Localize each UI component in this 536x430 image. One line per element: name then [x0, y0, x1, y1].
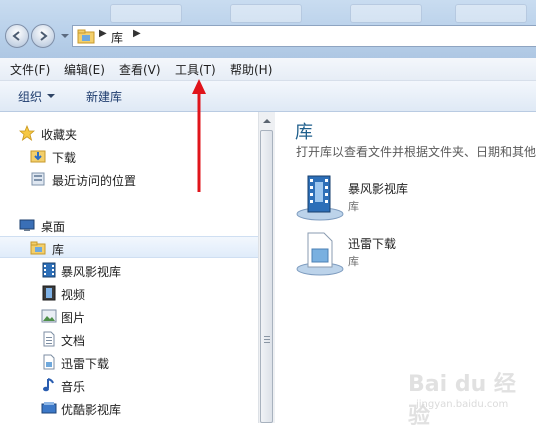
new-library-button[interactable]: 新建库 — [86, 88, 122, 105]
library-type: 库 — [348, 255, 359, 268]
nav-label: 收藏夹 — [41, 128, 78, 142]
watermark: Bai du 经验 jingyan.baidu.com — [408, 364, 533, 429]
background-tab — [455, 4, 527, 23]
document-icon — [43, 331, 55, 347]
menu-edit[interactable]: 编辑(E) — [64, 61, 105, 78]
page-title: 库 — [295, 122, 313, 143]
nav-label: 音乐 — [61, 380, 86, 394]
document-icon — [43, 354, 55, 370]
breadcrumb-separator-icon[interactable]: ▶ — [133, 28, 141, 39]
annotation-arrow-icon — [192, 79, 206, 192]
grip-icon — [264, 336, 270, 344]
video-library-icon — [41, 402, 57, 414]
desktop-icon — [19, 219, 35, 231]
nav-label: 暴风影视库 — [61, 265, 122, 279]
title-bar: ▶ 库 ▶ — [0, 0, 536, 58]
library-item-baofeng[interactable]: 暴风影视库 库 — [294, 172, 534, 226]
film-icon — [42, 285, 56, 301]
breadcrumb-libraries[interactable]: 库 — [111, 29, 123, 46]
nav-favorites[interactable]: 收藏夹 — [0, 122, 258, 144]
nav-label: 下载 — [52, 151, 77, 165]
arrow-right-icon — [40, 31, 48, 41]
command-bar: 组织 新建库 — [0, 81, 536, 112]
background-tab — [110, 4, 182, 23]
history-dropdown-icon[interactable] — [61, 34, 69, 38]
nav-desktop[interactable]: 桌面 — [0, 214, 258, 236]
nav-downloads[interactable]: 下载 — [0, 145, 258, 167]
star-icon — [19, 125, 35, 141]
recent-places-icon — [31, 172, 45, 186]
nav-scrollbar[interactable] — [258, 112, 275, 423]
organize-button[interactable]: 组织 — [18, 88, 42, 105]
arrow-left-icon — [12, 31, 20, 41]
menu-file[interactable]: 文件(F) — [10, 61, 50, 78]
background-tab — [350, 4, 422, 23]
nav-recent-places[interactable]: 最近访问的位置 — [0, 168, 258, 190]
menu-view[interactable]: 查看(V) — [119, 61, 161, 78]
library-name: 迅雷下载 — [348, 237, 397, 251]
picture-icon — [41, 309, 57, 323]
library-type: 库 — [348, 200, 359, 213]
nav-label: 桌面 — [41, 220, 66, 234]
chevron-down-icon[interactable] — [47, 94, 55, 98]
background-window-strip — [0, 0, 536, 23]
document-library-large-icon — [296, 232, 344, 276]
forward-button[interactable] — [31, 24, 55, 48]
nav-lib-documents[interactable]: 文档 — [0, 328, 258, 350]
address-bar[interactable]: ▶ 库 ▶ — [72, 25, 536, 47]
library-item-xunlei[interactable]: 迅雷下载 库 — [294, 227, 534, 281]
nav-lib-youku[interactable]: 优酷影视库 — [0, 397, 258, 419]
menu-bar: 文件(F) 编辑(E) 查看(V) 工具(T) 帮助(H) — [0, 58, 536, 81]
watermark-url: jingyan.baidu.com — [416, 399, 509, 410]
back-button[interactable] — [5, 24, 29, 48]
nav-lib-videos[interactable]: 视频 — [0, 282, 258, 304]
library-description: 打开库以查看文件并根据文件夹、日期和其他 — [296, 145, 536, 159]
nav-libraries[interactable]: 库 — [0, 236, 258, 258]
download-folder-icon — [30, 150, 46, 163]
nav-label: 文档 — [61, 334, 86, 348]
nav-lib-pictures[interactable]: 图片 — [0, 305, 258, 327]
scroll-thumb[interactable] — [260, 130, 273, 423]
background-tab — [230, 4, 302, 23]
nav-lib-baofeng[interactable]: 暴风影视库 — [0, 259, 258, 281]
video-library-large-icon — [296, 175, 344, 221]
menu-help[interactable]: 帮助(H) — [230, 61, 272, 78]
library-name: 暴风影视库 — [348, 182, 409, 196]
navigation-pane: 收藏夹 下载 最近访问的位置 桌面 库 暴风影视库 视频 图片 文档 迅雷下载 … — [0, 112, 258, 423]
nav-lib-xunlei[interactable]: 迅雷下载 — [0, 351, 258, 373]
breadcrumb-separator-icon[interactable]: ▶ — [99, 28, 107, 39]
music-note-icon — [43, 378, 54, 392]
nav-label: 库 — [52, 243, 65, 257]
video-library-icon — [42, 262, 56, 278]
library-folder-icon — [77, 29, 95, 44]
library-folder-icon — [30, 241, 46, 255]
nav-label: 最近访问的位置 — [52, 174, 137, 188]
nav-lib-music[interactable]: 音乐 — [0, 374, 258, 396]
nav-label: 迅雷下载 — [61, 357, 110, 371]
nav-label: 优酷影视库 — [61, 403, 122, 417]
scroll-up-icon[interactable] — [263, 119, 271, 123]
watermark-brand: Bai du 经验 — [408, 372, 516, 429]
nav-label: 视频 — [61, 288, 86, 302]
nav-label: 图片 — [61, 311, 86, 325]
